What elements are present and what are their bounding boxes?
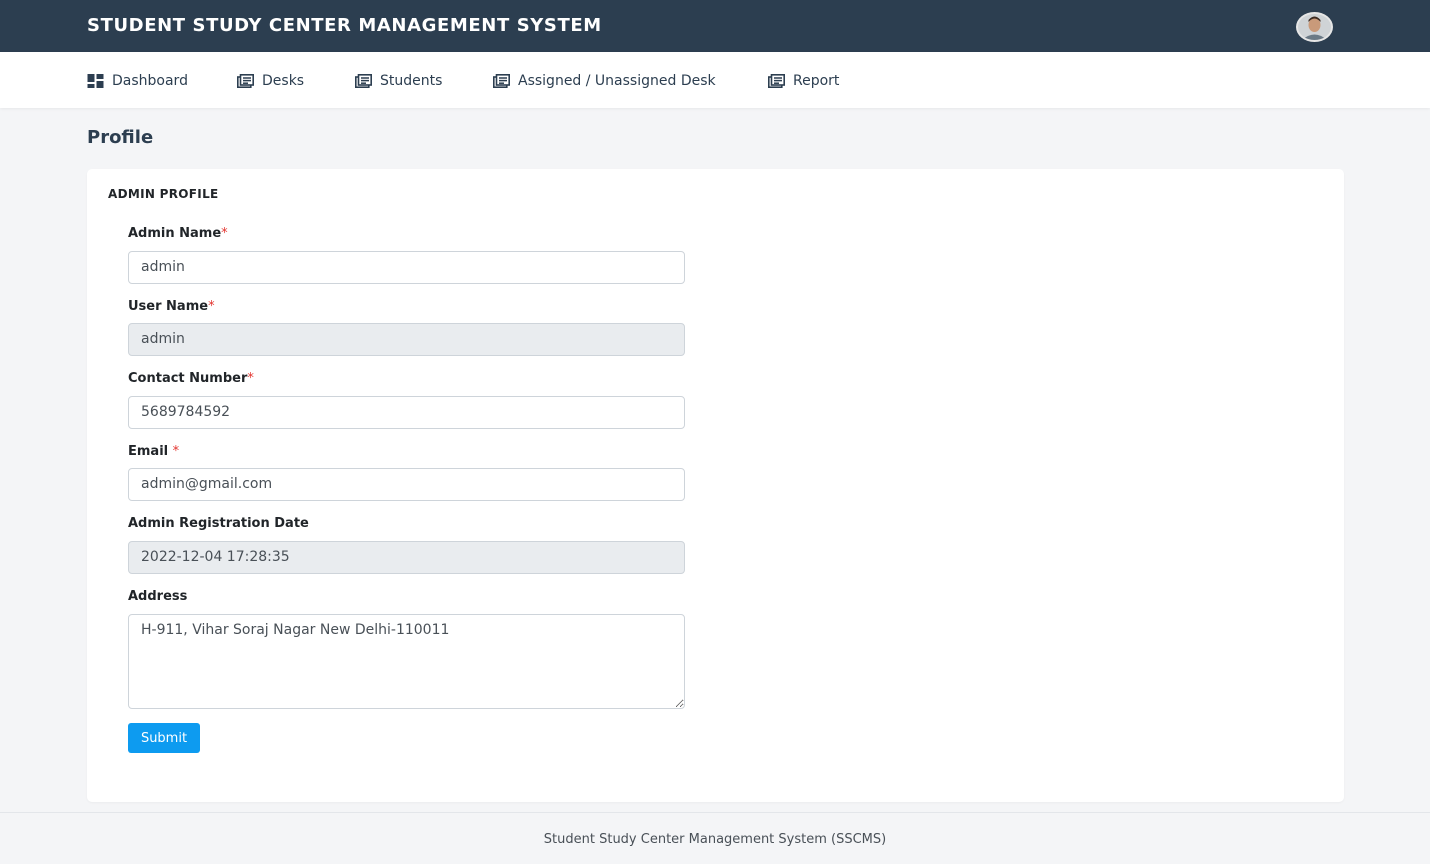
admin-name-label: Admin Name* xyxy=(128,226,228,241)
nav-item-assigned-unassigned-desk[interactable]: Assigned / Unassigned Desk xyxy=(493,71,716,91)
nav-label: Assigned / Unassigned Desk xyxy=(518,73,716,89)
dashboard-icon xyxy=(87,74,104,88)
email-label: Email * xyxy=(128,444,179,459)
footer-text: Student Study Center Management System (… xyxy=(543,832,887,847)
page-title: Profile xyxy=(87,127,154,148)
list-icon xyxy=(237,74,254,88)
contact-number-input[interactable]: 5689784592 xyxy=(128,396,685,429)
nav-item-students[interactable]: Students xyxy=(355,71,442,91)
nav-item-desks[interactable]: Desks xyxy=(237,71,304,91)
list-icon xyxy=(355,74,372,88)
address-textarea[interactable]: H-911, Vihar Soraj Nagar New Delhi-11001… xyxy=(128,614,685,709)
contact-number-label: Contact Number* xyxy=(128,371,254,386)
admin-profile-card: ADMIN PROFILE Admin Name* admin User Nam… xyxy=(87,169,1344,802)
required-marker: * xyxy=(221,226,228,241)
field-label-text: Admin Name xyxy=(128,226,222,241)
registration-date-label: Admin Registration Date xyxy=(128,516,309,531)
list-icon xyxy=(493,74,510,88)
nav-label: Dashboard xyxy=(112,73,188,89)
field-label-text: User Name xyxy=(128,299,209,314)
admin-name-input[interactable]: admin xyxy=(128,251,685,284)
list-icon xyxy=(768,74,785,88)
footer: Student Study Center Management System (… xyxy=(0,812,1430,864)
user-name-label: User Name* xyxy=(128,299,215,314)
nav-item-report[interactable]: Report xyxy=(768,71,839,91)
email-input[interactable]: admin@gmail.com xyxy=(128,468,685,501)
registration-date-input: 2022-12-04 17:28:35 xyxy=(128,541,685,574)
field-label-text: Contact Number xyxy=(128,371,248,386)
required-marker: * xyxy=(208,299,215,314)
field-label-text: Email xyxy=(128,444,169,459)
nav-item-dashboard[interactable]: Dashboard xyxy=(87,71,188,91)
top-header: STUDENT STUDY CENTER MANAGEMENT SYSTEM xyxy=(0,0,1430,52)
nav-label: Students xyxy=(380,73,443,89)
avatar-icon xyxy=(1298,14,1331,40)
nav-label: Desks xyxy=(262,73,305,89)
main-nav: Dashboard Desks Students Assigned / Unas… xyxy=(0,52,1430,108)
card-title: ADMIN PROFILE xyxy=(108,187,219,201)
app-title: STUDENT STUDY CENTER MANAGEMENT SYSTEM xyxy=(87,15,602,36)
required-marker: * xyxy=(172,444,180,459)
nav-label: Report xyxy=(793,73,840,89)
submit-button[interactable]: Submit xyxy=(128,723,200,753)
user-avatar[interactable] xyxy=(1296,12,1333,42)
required-marker: * xyxy=(247,371,254,386)
address-label: Address xyxy=(128,589,188,604)
user-name-input: admin xyxy=(128,323,685,356)
